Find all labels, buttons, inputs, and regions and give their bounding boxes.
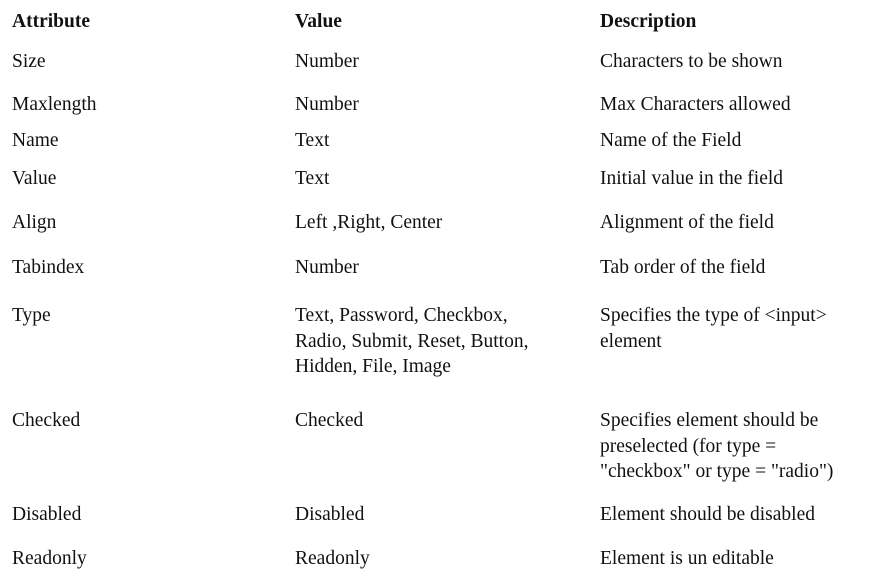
header-attribute: Attribute	[12, 11, 90, 32]
row-type-value: Text, Password, Checkbox, Radio, Submit,…	[295, 305, 529, 377]
attributes-table: Attribute Value Description Size Number …	[0, 0, 894, 585]
row-value-attribute: Value	[12, 168, 57, 189]
row-align-description: Alignment of the field	[600, 212, 774, 233]
row-value-description: Initial value in the field	[600, 168, 784, 189]
row-type-attribute: Type	[12, 305, 51, 326]
row-disabled-description: Element should be disabled	[600, 504, 815, 525]
header-description: Description	[600, 11, 697, 32]
row-name-description: Name of the Field	[600, 130, 742, 151]
row-disabled-attribute: Disabled	[12, 504, 82, 525]
row-disabled-value: Disabled	[295, 504, 365, 525]
row-align-value: Left ,Right, Center	[295, 212, 443, 233]
row-maxlength-value: Number	[295, 94, 359, 115]
row-tabindex-attribute: Tabindex	[12, 257, 85, 278]
row-name-attribute: Name	[12, 130, 59, 151]
row-maxlength-description: Max Characters allowed	[600, 94, 791, 115]
header-value: Value	[295, 11, 342, 32]
row-name-value: Text	[295, 130, 330, 151]
row-size-description: Characters to be shown	[600, 51, 783, 72]
row-tabindex-value: Number	[295, 257, 359, 278]
row-type-description: Specifies the type of <input> element	[600, 305, 827, 352]
row-checked-attribute: Checked	[12, 410, 81, 431]
row-size-value: Number	[295, 51, 359, 72]
row-tabindex-description: Tab order of the field	[600, 257, 766, 278]
row-maxlength-attribute: Maxlength	[12, 94, 97, 115]
row-align-attribute: Align	[12, 212, 57, 233]
row-readonly-attribute: Readonly	[12, 548, 87, 569]
row-readonly-description: Element is un editable	[600, 548, 774, 569]
row-size-attribute: Size	[12, 51, 46, 72]
row-value-value: Text	[295, 168, 330, 189]
row-checked-description: Specifies element should be preselected …	[600, 410, 834, 482]
row-readonly-value: Readonly	[295, 548, 370, 569]
row-checked-value: Checked	[295, 410, 364, 431]
